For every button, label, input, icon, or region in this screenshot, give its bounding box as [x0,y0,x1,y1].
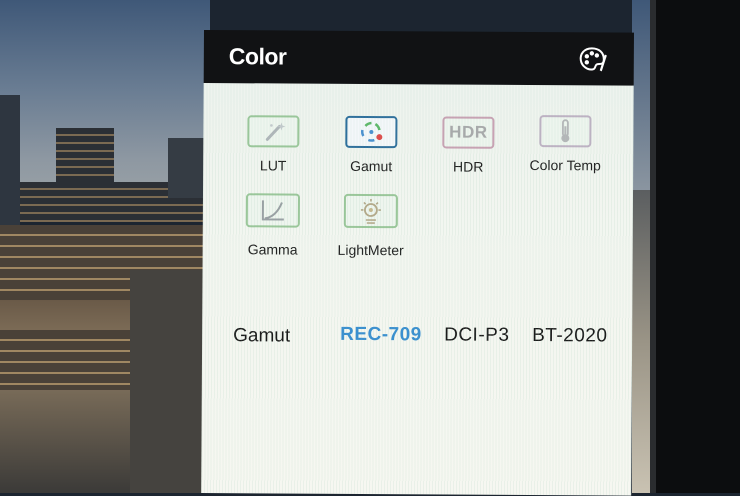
tile-color-temp[interactable]: Color Temp [517,115,613,174]
color-wheel-icon [345,116,397,148]
light-meter-icon [344,194,398,228]
gamut-option-bt2020[interactable]: BT-2020 [532,325,607,347]
panel-body: LUT Gamut HDR HDR [201,83,633,496]
tile-label: HDR [420,158,516,175]
panel-title: Color [229,43,287,70]
building [168,138,206,198]
palette-icon[interactable] [578,44,608,74]
gamut-row-label: Gamut [233,325,290,347]
tile-label: LUT [225,157,321,174]
tile-lut[interactable]: LUT [225,115,321,174]
tile-label: LightMeter [323,242,419,259]
gamma-curve-icon [246,193,300,227]
tile-lightmeter[interactable]: LightMeter [323,194,419,259]
tile-gamma[interactable]: Gamma [225,193,321,258]
thermometer-icon [539,115,591,147]
hdr-icon-text: HDR [449,122,487,142]
magic-wand-icon [247,115,299,147]
gamut-option-row: Gamut REC-709 DCI-P3 BT-2020 [202,321,632,352]
tile-label: Color Temp [517,157,613,174]
monitor-bezel [656,0,740,493]
color-settings-panel: Color LUT [201,30,634,496]
gamut-option-dci-p3[interactable]: DCI-P3 [444,324,509,346]
tile-hdr[interactable]: HDR HDR [420,116,516,175]
gamut-option-rec709[interactable]: REC-709 [340,324,422,346]
tile-gamut[interactable]: Gamut [323,116,419,175]
building [0,95,20,245]
hdr-icon: HDR [442,116,494,148]
tile-label: Gamut [323,158,419,175]
building [130,270,208,493]
panel-header: Color [204,30,634,86]
building [0,330,140,390]
tile-label: Gamma [225,241,321,258]
